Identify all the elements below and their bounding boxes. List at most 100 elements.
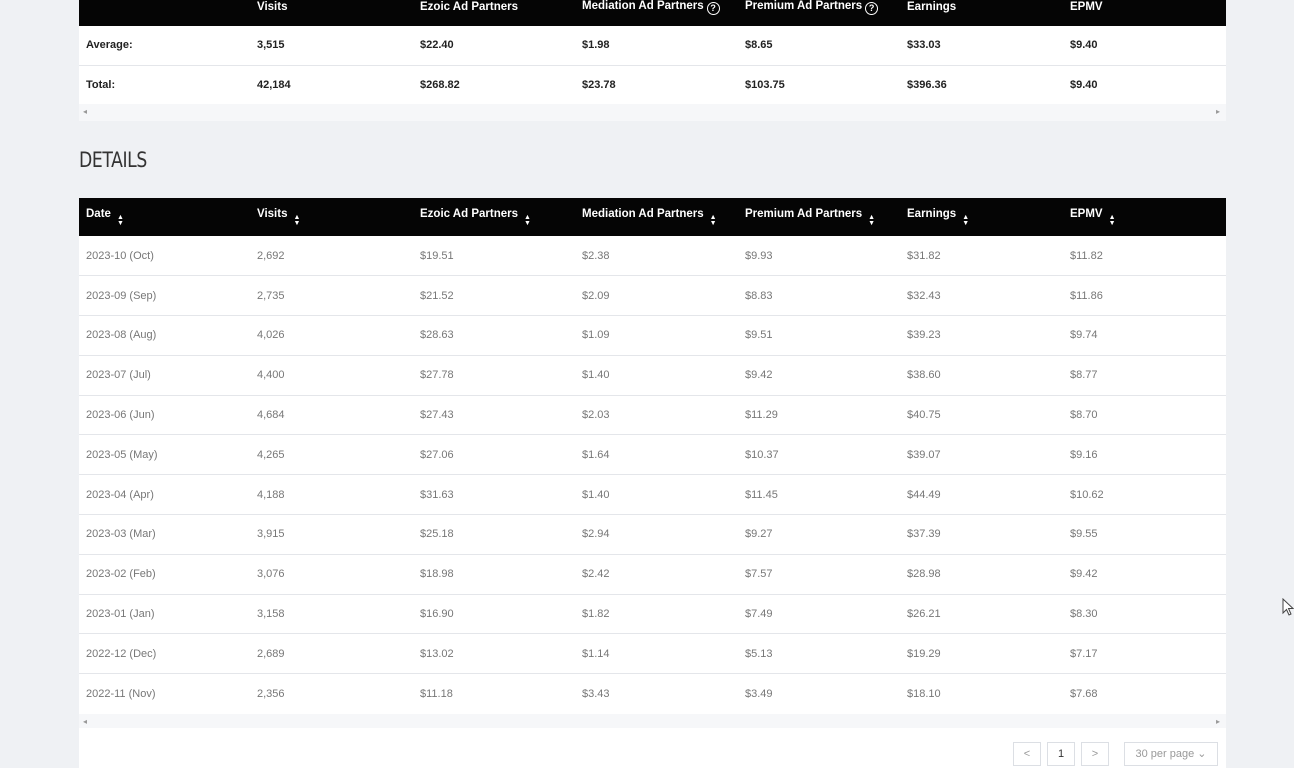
- details-header-visits[interactable]: Visits ▲ ▼: [250, 198, 413, 236]
- table-cell: 2023-01 (Jan): [79, 594, 250, 635]
- table-cell: $38.60: [900, 355, 1063, 396]
- chevron-down-icon: ⌄: [1194, 748, 1207, 760]
- table-cell: 4,684: [250, 395, 413, 436]
- table-row: 2023-05 (May) 4,265 $27.06 $1.64 $10.37 $39.0…: [79, 434, 1226, 476]
- table-cell: $7.57: [738, 554, 900, 595]
- table-cell: 4,265: [250, 434, 413, 476]
- table-row: 2023-07 (Jul) 4,400 $27.78 $1.40 $9.42 $38.60…: [79, 355, 1226, 396]
- column-header-label: Visits: [257, 207, 288, 220]
- table-cell: $1.82: [575, 594, 738, 635]
- table-cell: $9.42: [738, 355, 900, 396]
- table-cell: 4,026: [250, 315, 413, 356]
- sort-icon[interactable]: ▲ ▼: [1108, 214, 1116, 227]
- table-cell: 2022-12 (Dec): [79, 633, 250, 675]
- summary-header-earnings: Earnings: [907, 1, 957, 13]
- summary-cell: $1.98: [575, 26, 738, 66]
- table-cell: 4,400: [250, 355, 413, 396]
- summary-header-row: Visits Ezoic Ad Partners Mediation Ad Pa…: [79, 0, 1226, 26]
- table-cell: 2,689: [250, 633, 413, 675]
- table-cell: $7.68: [1063, 673, 1226, 714]
- table-cell: $1.09: [575, 315, 738, 356]
- table-cell: 2023-06 (Jun): [79, 395, 250, 436]
- mouse-cursor-icon: [1282, 598, 1294, 616]
- table-cell: $11.45: [738, 474, 900, 516]
- table-row: 2023-03 (Mar) 3,915 $25.18 $2.94 $9.27 $37.39…: [79, 514, 1226, 555]
- details-header-ezoic[interactable]: Ezoic Ad Partners ▲ ▼: [413, 198, 575, 236]
- table-cell: $9.93: [738, 236, 900, 277]
- table-cell: $10.62: [1063, 474, 1226, 516]
- table-cell: 2,735: [250, 275, 413, 317]
- table-cell: $28.98: [900, 554, 1063, 595]
- table-cell: $27.78: [413, 355, 575, 396]
- summary-header-premium-label: Premium Ad Partners: [745, 0, 863, 12]
- scroll-right-icon[interactable]: ▸: [1216, 107, 1220, 116]
- table-cell: 2023-07 (Jul): [79, 355, 250, 396]
- table-row: 2023-02 (Feb) 3,076 $18.98 $2.42 $7.57 $28.98…: [79, 554, 1226, 595]
- per-page-select[interactable]: 30 per page ⌄: [1124, 742, 1218, 766]
- summary-cell: Total:: [79, 65, 250, 104]
- column-header-label: Premium Ad Partners: [745, 207, 863, 220]
- table-cell: $10.37: [738, 434, 900, 476]
- sort-icon[interactable]: ▲ ▼: [868, 214, 875, 227]
- table-cell: $9.55: [1063, 514, 1226, 555]
- details-header-date[interactable]: Date ▲ ▼: [79, 198, 250, 236]
- sort-icon[interactable]: ▲ ▼: [524, 214, 531, 227]
- table-cell: $28.63: [413, 315, 575, 356]
- details-title: DETAILS: [79, 148, 147, 172]
- sort-icon[interactable]: ▲ ▼: [117, 214, 124, 227]
- summary-header-premium: Premium Ad Partners?: [738, 0, 900, 26]
- table-cell: $2.09: [575, 275, 738, 317]
- sort-down-icon: ▼: [1108, 219, 1116, 227]
- table-cell: $16.90: [413, 594, 575, 635]
- summary-horizontal-scrollbar[interactable]: ◂ ▸: [79, 104, 1226, 121]
- summary-cell: $9.40: [1063, 26, 1226, 66]
- table-cell: $9.16: [1063, 434, 1226, 476]
- page-1-button[interactable]: 1: [1047, 742, 1075, 766]
- table-cell: $9.27: [738, 514, 900, 555]
- help-icon[interactable]: ?: [865, 1, 879, 15]
- details-table-container: Date ▲ ▼ Visits ▲ ▼ Ezoic Ad Partners ▲ ▼ Mediati…: [79, 198, 1226, 731]
- summary-cell: 3,515: [250, 26, 413, 66]
- table-cell: $26.21: [900, 594, 1063, 635]
- table-cell: $1.14: [575, 633, 738, 675]
- details-header-earnings[interactable]: Earnings ▲ ▼: [900, 198, 1063, 236]
- table-cell: 3,076: [250, 554, 413, 595]
- table-cell: $39.23: [900, 315, 1063, 356]
- details-header-premium[interactable]: Premium Ad Partners ▲ ▼: [738, 198, 900, 236]
- sort-icon[interactable]: ▲ ▼: [962, 214, 970, 227]
- table-cell: $27.43: [413, 395, 575, 436]
- summary-cell: $9.40: [1063, 65, 1226, 104]
- scroll-right-icon[interactable]: ▸: [1216, 717, 1220, 726]
- summary-header-ezoic: Ezoic Ad Partners: [420, 1, 518, 13]
- table-row: 2022-11 (Nov) 2,356 $11.18 $3.43 $3.49 $18.10…: [79, 673, 1226, 714]
- summary-header-epmv: EPMV: [1070, 1, 1103, 13]
- details-header-epmv[interactable]: EPMV ▲ ▼: [1063, 198, 1226, 236]
- column-header-label: EPMV: [1070, 207, 1103, 220]
- summary-cell: $33.03: [900, 26, 1063, 66]
- prev-page-button[interactable]: <: [1013, 742, 1041, 766]
- next-page-button[interactable]: >: [1081, 742, 1109, 766]
- table-row: 2023-10 (Oct) 2,692 $19.51 $2.38 $9.93 $31.82…: [79, 236, 1226, 277]
- sort-icon[interactable]: ▲ ▼: [293, 214, 300, 227]
- table-cell: 2,692: [250, 236, 413, 277]
- table-cell: 2,356: [250, 673, 413, 714]
- table-row: 2023-04 (Apr) 4,188 $31.63 $1.40 $11.45 $44.4…: [79, 474, 1226, 516]
- table-cell: $19.29: [900, 633, 1063, 675]
- details-header-mediation[interactable]: Mediation Ad Partners ▲ ▼: [575, 198, 738, 236]
- summary-header-visits: Visits: [257, 1, 288, 13]
- help-icon[interactable]: ?: [706, 1, 720, 15]
- summary-cell: 42,184: [250, 65, 413, 104]
- scroll-left-icon[interactable]: ◂: [83, 107, 87, 116]
- scroll-left-icon[interactable]: ◂: [83, 717, 87, 726]
- sort-icon[interactable]: ▲ ▼: [710, 214, 717, 227]
- table-cell: $8.77: [1063, 355, 1226, 396]
- details-table: Date ▲ ▼ Visits ▲ ▼ Ezoic Ad Partners ▲ ▼ Mediati…: [79, 198, 1226, 714]
- table-cell: 2023-10 (Oct): [79, 236, 250, 277]
- pagination-bar: < 1 > 30 per page ⌄: [79, 728, 1226, 768]
- table-cell: $5.13: [738, 633, 900, 675]
- sort-down-icon: ▼: [962, 219, 970, 227]
- table-cell: 2023-03 (Mar): [79, 514, 250, 555]
- table-cell: 2023-05 (May): [79, 434, 250, 476]
- table-cell: $31.63: [413, 474, 575, 516]
- summary-cell: $23.78: [575, 65, 738, 104]
